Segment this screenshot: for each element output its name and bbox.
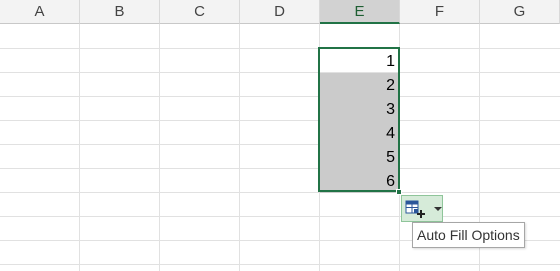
cell-e4[interactable]: 4 <box>320 121 399 145</box>
gridline <box>0 96 560 97</box>
column-header-e[interactable]: E <box>320 0 400 24</box>
auto-fill-options-button[interactable] <box>401 195 443 222</box>
gridline <box>0 216 560 217</box>
gridline <box>79 24 80 271</box>
gridline <box>159 24 160 271</box>
gridline <box>399 24 400 271</box>
spreadsheet-grid: A B C D E F G 1 2 3 4 5 6 Auto Fill Opti… <box>0 0 560 271</box>
column-header-a[interactable]: A <box>0 0 80 24</box>
column-header-f[interactable]: F <box>400 0 480 24</box>
cell-e1[interactable]: 1 <box>320 49 399 73</box>
auto-fill-tooltip: Auto Fill Options <box>412 222 525 248</box>
gridline <box>239 24 240 271</box>
gridline <box>0 48 560 49</box>
column-header-b[interactable]: B <box>80 0 160 24</box>
cell-e2[interactable]: 2 <box>320 73 399 97</box>
gridline <box>0 192 560 193</box>
column-header-c[interactable]: C <box>160 0 240 24</box>
cell-e5[interactable]: 5 <box>320 145 399 169</box>
column-header-d[interactable]: D <box>240 0 320 24</box>
gridline <box>0 264 560 265</box>
gridline <box>0 168 560 169</box>
gridline <box>0 144 560 145</box>
column-header-g[interactable]: G <box>480 0 560 24</box>
chevron-down-icon[interactable] <box>434 206 442 211</box>
gridline <box>0 72 560 73</box>
cell-e3[interactable]: 3 <box>320 97 399 121</box>
cell-e6[interactable]: 6 <box>320 169 399 193</box>
auto-fill-options-icon <box>405 200 425 218</box>
gridline <box>0 120 560 121</box>
